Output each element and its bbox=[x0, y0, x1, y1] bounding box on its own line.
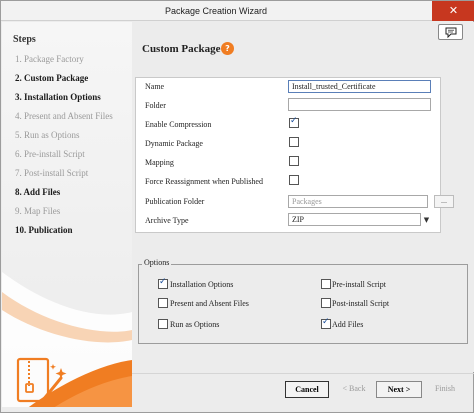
finish-button[interactable]: Finish bbox=[429, 381, 461, 398]
close-button[interactable]: ✕ bbox=[432, 1, 474, 21]
enable-compression-checkbox[interactable] bbox=[289, 116, 299, 128]
options-legend: Options bbox=[142, 258, 172, 267]
pre-install-script-checkbox[interactable] bbox=[321, 279, 331, 289]
steps-heading: Steps bbox=[13, 34, 36, 45]
step-installation-options: 3. Installation Options bbox=[15, 92, 101, 102]
window-title: Package Creation Wizard bbox=[164, 6, 268, 16]
wizard-window: Package Creation Wizard ✕ Steps 1. Packa… bbox=[0, 0, 474, 413]
post-install-script-label: Post-install Script bbox=[332, 299, 390, 308]
force-reassignment-checkbox[interactable] bbox=[289, 175, 299, 185]
add-files-checkbox[interactable] bbox=[321, 317, 331, 329]
browse-button[interactable]: ... bbox=[434, 195, 454, 208]
run-as-options-label: Run as Options bbox=[170, 320, 220, 329]
archive-type-label: Archive Type bbox=[145, 216, 189, 225]
step-map-files: 9. Map Files bbox=[15, 206, 61, 216]
step-present-absent-files: 4. Present and Absent Files bbox=[15, 111, 113, 121]
dynamic-package-label: Dynamic Package bbox=[145, 139, 203, 148]
cancel-button[interactable]: Cancel bbox=[285, 381, 329, 398]
next-button[interactable]: Next > bbox=[376, 381, 422, 398]
feedback-button[interactable] bbox=[438, 24, 463, 40]
mapping-checkbox[interactable] bbox=[289, 156, 299, 166]
installation-options-checkbox[interactable] bbox=[158, 277, 168, 289]
force-reassignment-label: Force Reassignment when Published bbox=[145, 177, 263, 186]
title-bar: Package Creation Wizard ✕ bbox=[1, 1, 474, 21]
publication-folder-input[interactable]: Packages bbox=[288, 195, 428, 208]
present-absent-files-checkbox[interactable] bbox=[158, 298, 168, 308]
present-absent-files-label: Present and Absent Files bbox=[170, 299, 249, 308]
name-input[interactable]: Install_trusted_Certificate bbox=[288, 80, 431, 93]
step-add-files: 8. Add Files bbox=[15, 187, 61, 197]
name-label: Name bbox=[145, 82, 165, 91]
add-files-label: Add Files bbox=[332, 320, 364, 329]
pre-install-script-label: Pre-install Script bbox=[332, 280, 386, 289]
step-package-factory: 1. Package Factory bbox=[15, 54, 84, 64]
folder-input[interactable] bbox=[288, 98, 431, 111]
dynamic-package-checkbox[interactable] bbox=[289, 137, 299, 147]
installation-options-label: Installation Options bbox=[170, 280, 234, 289]
help-icon[interactable]: ? bbox=[221, 42, 234, 55]
steps-sidebar: Steps 1. Package Factory 2. Custom Packa… bbox=[2, 22, 132, 407]
post-install-script-checkbox[interactable] bbox=[321, 298, 331, 308]
dropdown-arrow-icon[interactable]: ▼ bbox=[420, 213, 433, 227]
publication-folder-label: Publication Folder bbox=[145, 197, 205, 206]
enable-compression-label: Enable Compression bbox=[145, 120, 212, 129]
close-icon: ✕ bbox=[448, 4, 459, 17]
zip-wand-icon bbox=[16, 357, 67, 403]
run-as-options-checkbox[interactable] bbox=[158, 319, 168, 329]
step-custom-package: 2. Custom Package bbox=[15, 73, 89, 83]
step-publication: 10. Publication bbox=[15, 225, 73, 235]
page-title: Custom Package bbox=[142, 43, 221, 55]
step-run-as-options: 5. Run as Options bbox=[15, 130, 80, 140]
mapping-label: Mapping bbox=[145, 158, 174, 167]
back-button[interactable]: < Back bbox=[336, 381, 372, 398]
step-post-install-script: 7. Post-install Script bbox=[15, 168, 89, 178]
footer-divider bbox=[132, 373, 474, 374]
chat-icon bbox=[445, 27, 456, 39]
archive-type-select[interactable]: ZIP bbox=[288, 213, 421, 226]
step-pre-install-script: 6. Pre-install Script bbox=[15, 149, 85, 159]
folder-label: Folder bbox=[145, 101, 166, 110]
